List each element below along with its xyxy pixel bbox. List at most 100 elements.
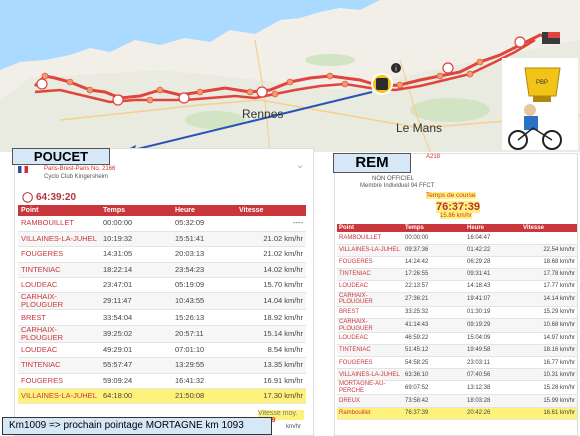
table-row: FOUGERES 59:09:24 16:41:32 16.91 km/hr — [18, 373, 306, 390]
cell-heure: 15:51:41 — [172, 231, 236, 248]
cell-point: VILLAINES-LA-JUHEL — [18, 231, 100, 248]
clock-icon: ◯ — [22, 192, 34, 203]
avg-speed-rem: 15.86 km/hr — [440, 213, 472, 219]
cell-point: CARHAIX-PLOUGUER — [18, 292, 100, 311]
cell-vitesse: 21.02 km/hr — [236, 231, 306, 248]
cell-temps: 73:58:42 — [403, 394, 465, 408]
footer-note: Km1009 => prochain pointage MORTAGNE km … — [2, 417, 272, 435]
table-row: TINTENIAC 18:22:14 23:54:23 14.02 km/hr — [18, 262, 306, 279]
cell-vitesse: 14.02 km/hr — [236, 262, 306, 279]
cell-heure: 20:03:13 — [172, 246, 236, 263]
cell-temps: 33:25:32 — [403, 306, 465, 320]
table-row: LOUDEAC 23:47:01 05:19:09 15.70 km/hr — [18, 277, 306, 294]
cell-heure: 23:54:23 — [172, 262, 236, 279]
col-heure: Heure — [172, 205, 236, 216]
cell-temps: 41:14:43 — [403, 318, 465, 334]
cell-point: FOUGERES — [18, 373, 100, 390]
cell-point: MORTAGNE-AU-PERCHE — [337, 380, 403, 396]
col-heure: Heure — [465, 224, 521, 232]
table-row: CARHAIX-PLOUGUER 27:36:21 19:41:07 14.14 km… — [337, 292, 577, 307]
cell-vitesse: 21.02 km/hr — [236, 246, 306, 263]
table-row: FOUGERES 14:31:05 20:03:13 21.02 km/hr — [18, 246, 306, 263]
col-point: Point — [18, 205, 100, 216]
cell-point: TINTENIAC — [18, 262, 100, 279]
cell-heure: 01:42:22 — [465, 244, 521, 257]
cell-heure: 20:57:11 — [172, 325, 236, 343]
cell-temps: 00:00:00 — [403, 232, 465, 245]
cell-heure: 01:30:19 — [465, 306, 521, 320]
cell-temps: 63:36:10 — [403, 368, 465, 382]
table-row: LOUDEAC 46:59:22 15:04:09 14.97 km/hr — [337, 332, 577, 346]
checkpoint-table-rem: Point Temps Heure Vitesse RAMBOUILLET 00:… — [337, 224, 577, 420]
cell-vitesse: 13.35 km/hr — [236, 357, 306, 374]
table-row: VILLAINES-LA-JUHEL 10:19:32 15:51:41 21.02 … — [18, 231, 306, 248]
cell-temps: 00:00:00 — [100, 216, 172, 232]
route-map[interactable]: i PBP Rennes Le Mans — [0, 0, 580, 152]
col-vitesse: Vitesse — [521, 224, 577, 232]
trophy-cyclist-icon: PBP — [502, 58, 578, 150]
cell-point: VILLAINES-LA-JUHEL — [18, 388, 100, 405]
table-header-row: Point Temps Heure Vitesse — [337, 224, 577, 232]
cell-heure: 19:41:07 — [465, 292, 521, 307]
event-line: Paris-Brest-Paris No. 2166 — [44, 166, 116, 172]
cell-temps: 18:22:14 — [100, 262, 172, 279]
cell-heure: 15:26:13 — [172, 309, 236, 326]
cell-vitesse: 15.28 km/hr — [521, 380, 577, 396]
cell-heure: 09:19:29 — [465, 318, 521, 334]
table-row: TINTENIAC 51:45:12 19:49:58 18.16 km/hr — [337, 344, 577, 358]
cell-point: DREUX — [337, 394, 403, 408]
cell-heure: 19:49:58 — [465, 344, 521, 358]
table-row: BREST 33:54:04 15:26:13 18.92 km/hr — [18, 309, 306, 326]
col-vitesse: Vitesse — [236, 205, 306, 216]
col-temps: Temps — [100, 205, 172, 216]
cell-heure: 20:42:26 — [465, 407, 521, 420]
cell-heure: 06:29:28 — [465, 256, 521, 269]
cell-point: LOUDEAC — [18, 277, 100, 294]
cell-vitesse — [521, 232, 577, 245]
status-text: NON OFFICIEL — [372, 176, 415, 182]
cell-temps: 49:29:01 — [100, 342, 172, 359]
cell-vitesse: 17.78 km/hr — [521, 268, 577, 281]
cell-vitesse: 10.31 km/hr — [521, 368, 577, 382]
cell-point: FOUGERES — [337, 256, 403, 269]
cell-heure: 09:31:41 — [465, 268, 521, 281]
cell-vitesse: 14.04 km/hr — [236, 292, 306, 311]
flag-icon — [18, 166, 28, 173]
cell-temps: 33:54:04 — [100, 309, 172, 326]
cell-temps: 54:58:25 — [403, 356, 465, 370]
elapsed-label: Temps de course — [426, 192, 476, 199]
cell-heure: 13:12:38 — [465, 380, 521, 396]
cell-temps: 09:37:36 — [403, 244, 465, 257]
cell-vitesse: 15.70 km/hr — [236, 277, 306, 294]
cell-heure: 15:04:09 — [465, 332, 521, 346]
chevron-down-icon[interactable]: ⌄ — [296, 160, 304, 171]
cell-heure: 21:50:08 — [172, 388, 236, 405]
cell-heure: 05:19:09 — [172, 277, 236, 294]
map-canvas: i PBP — [0, 0, 580, 152]
table-row: RAMBOUILLET 00:00:00 05:32:09 ---- — [18, 216, 306, 232]
rider-label-rem: REM — [333, 153, 411, 173]
cell-temps: 55:57:47 — [100, 357, 172, 374]
cell-vitesse: 15.14 km/hr — [236, 325, 306, 343]
cell-point: Rambouillet — [337, 407, 403, 420]
cell-temps: 29:11:47 — [100, 292, 172, 311]
city-label-le-mans: Le Mans — [396, 121, 443, 135]
cell-temps: 51:45:12 — [403, 344, 465, 358]
cell-vitesse: 14.97 km/hr — [521, 332, 577, 346]
table-row: CARHAIX-PLOUGUER 41:14:43 09:19:29 10.68 km… — [337, 318, 577, 334]
cell-temps: 46:59:22 — [403, 332, 465, 346]
cell-temps: 27:36:21 — [403, 292, 465, 307]
cell-heure: 18:03:28 — [465, 394, 521, 408]
cell-point: FOUGERES — [337, 356, 403, 370]
cell-point: CARHAIX-PLOUGUER — [337, 318, 403, 334]
cell-heure: 16:04:47 — [465, 232, 521, 245]
cell-vitesse: ---- — [236, 216, 306, 232]
table-row: FOUGERES 14:24:42 06:29:28 18.68 km/hr — [337, 256, 577, 269]
cell-vitesse: 17.30 km/hr — [236, 388, 306, 405]
table-row: LOUDEAC 22:13:57 14:18:43 17.77 km/hr — [337, 280, 577, 293]
avg-speed-unit: km/hr — [286, 424, 301, 430]
cell-vitesse: 17.77 km/hr — [521, 280, 577, 293]
col-point: Point — [337, 224, 403, 232]
cell-point: CARHAIX-PLOUGUER — [337, 292, 403, 307]
finish-flag-icon — [542, 32, 560, 44]
